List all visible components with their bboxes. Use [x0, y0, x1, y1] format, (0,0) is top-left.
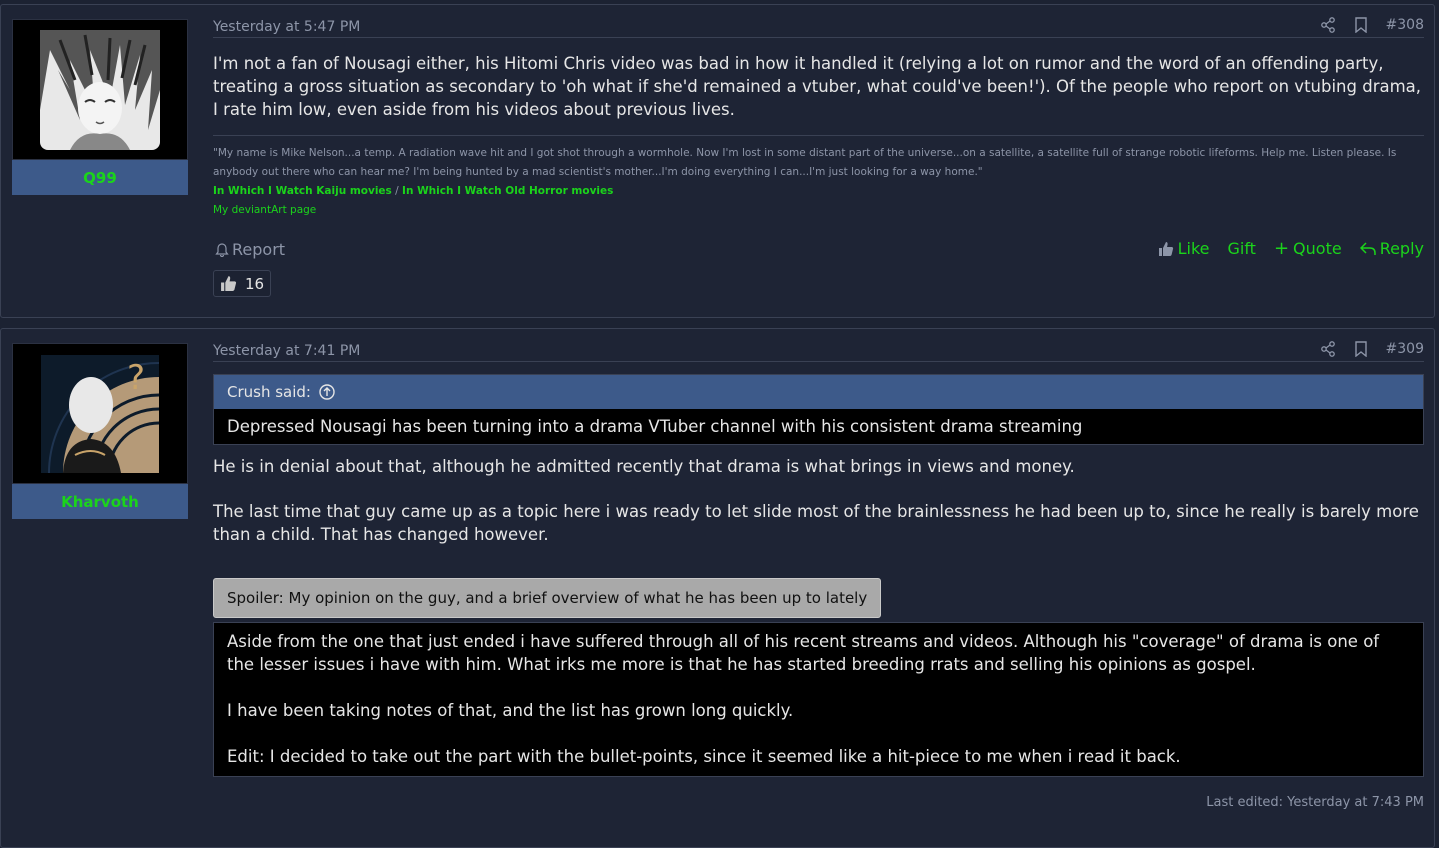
report-label: Report	[232, 240, 286, 259]
username[interactable]: Kharvoth	[12, 484, 188, 519]
post-date[interactable]: Yesterday at 7:41 PM	[213, 343, 360, 359]
post-number[interactable]: #309	[1386, 341, 1424, 357]
quote-label: Quote	[1293, 239, 1342, 258]
report-button[interactable]: Report	[215, 240, 285, 259]
post-meta: Yesterday at 5:47 PM #308	[213, 5, 1424, 38]
arrow-up-circle-icon[interactable]	[319, 384, 335, 400]
last-edited: Last edited: Yesterday at 7:43 PM	[1206, 795, 1424, 810]
quote-header[interactable]: Crush said:	[214, 375, 1423, 409]
post-main: Yesterday at 7:41 PM #309 Crush said: De…	[213, 329, 1424, 810]
link-separator: /	[391, 185, 403, 197]
thumbs-up-icon	[1158, 241, 1173, 256]
bookmark-icon[interactable]	[1354, 341, 1368, 357]
post-309: ? Kharvoth Yesterday at 7:41 PM #309 Cru…	[0, 328, 1435, 848]
share-icon[interactable]	[1320, 341, 1336, 357]
post-308: Q99 Yesterday at 5:47 PM #308 I'm not a …	[0, 4, 1435, 318]
silhouette-question-avatar: ?	[41, 354, 159, 473]
spoiler-button[interactable]: Spoiler: My opinion on the guy, and a br…	[213, 578, 882, 618]
post-date[interactable]: Yesterday at 5:47 PM	[213, 19, 360, 35]
post-paragraph-1: He is in denial about that, although he …	[213, 457, 1075, 476]
spoiler-paragraph-1: Aside from the one that just ended i hav…	[227, 632, 1380, 674]
manga-portrait-avatar	[40, 29, 160, 150]
share-icon[interactable]	[1320, 17, 1336, 33]
username[interactable]: Q99	[12, 160, 188, 195]
deviantart-link[interactable]: My deviantArt page	[213, 201, 1424, 220]
like-button[interactable]: Like	[1158, 238, 1210, 259]
signature-quote: "My name is Mike Nelson...a temp. A radi…	[213, 147, 1397, 178]
bookmark-icon[interactable]	[1354, 17, 1368, 33]
quote-author: Crush said:	[227, 383, 311, 401]
gift-button[interactable]: Gift	[1227, 238, 1255, 259]
spoiler-content: Aside from the one that just ended i hav…	[213, 622, 1424, 777]
avatar[interactable]	[12, 19, 188, 160]
svg-text:?: ?	[127, 358, 145, 398]
post-body: I'm not a fan of Nousagi either, his Hit…	[213, 54, 1422, 119]
plus-icon: +	[1273, 238, 1290, 259]
reply-arrow-icon	[1359, 241, 1376, 255]
reply-button[interactable]: Reply	[1359, 238, 1424, 259]
quote-text: Depressed Nousagi has been turning into …	[214, 409, 1423, 444]
post-main: Yesterday at 5:47 PM #308 I'm not a fan …	[213, 5, 1424, 297]
kaiju-link[interactable]: In Which I Watch Kaiju movies	[213, 185, 392, 197]
post-meta: Yesterday at 7:41 PM #309	[213, 329, 1424, 362]
post-actions: Report Like Gift + Quote Reply	[213, 230, 1424, 270]
quote-block: Crush said: Depressed Nousagi has been t…	[213, 374, 1424, 445]
signature: "My name is Mike Nelson...a temp. A radi…	[213, 135, 1424, 220]
thumbs-up-icon	[221, 276, 237, 291]
quote-button[interactable]: + Quote	[1274, 238, 1342, 259]
post-number[interactable]: #308	[1386, 17, 1424, 33]
bell-icon	[215, 243, 229, 257]
spoiler-paragraph-3: Edit: I decided to take out the part wit…	[227, 747, 1181, 766]
reaction-summary[interactable]: 16	[213, 270, 272, 297]
user-info: ? Kharvoth	[12, 343, 188, 519]
horror-link[interactable]: In Which I Watch Old Horror movies	[402, 185, 613, 197]
like-label: Like	[1177, 239, 1210, 258]
avatar[interactable]: ?	[12, 343, 188, 484]
reply-label: Reply	[1379, 239, 1424, 258]
post-paragraph-2: The last time that guy came up as a topi…	[213, 502, 1419, 544]
spoiler-paragraph-2: I have been taking notes of that, and th…	[227, 701, 794, 720]
reaction-count: 16	[245, 274, 265, 293]
user-info: Q99	[12, 19, 188, 195]
